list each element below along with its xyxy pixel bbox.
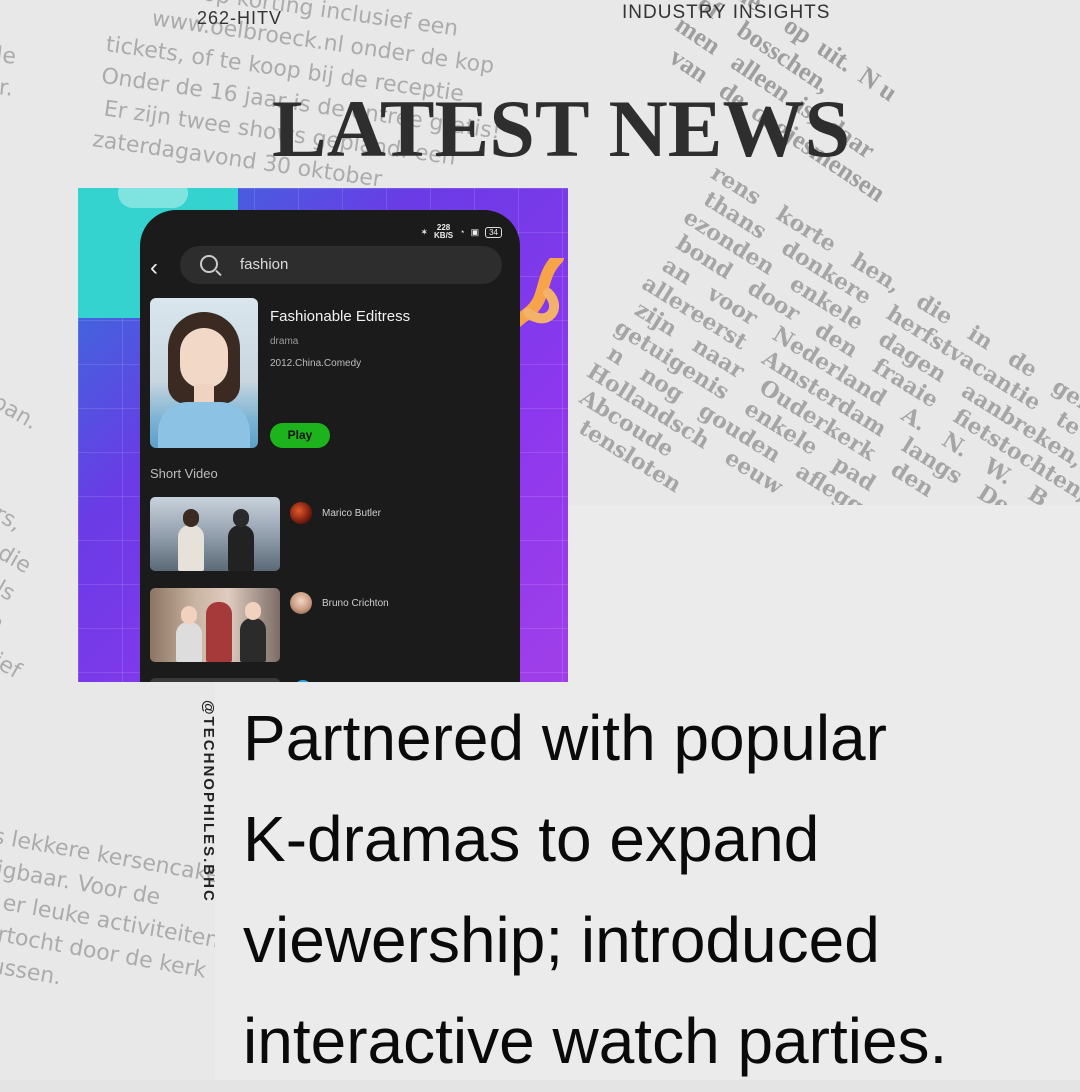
- search-bar[interactable]: fashion: [180, 246, 502, 284]
- author-avatar: [290, 592, 312, 614]
- back-arrow-icon[interactable]: ‹: [150, 254, 158, 282]
- category-label: INDUSTRY INSIGHTS: [622, 2, 831, 23]
- screen-icon: ▣: [470, 226, 480, 237]
- social-handle: @TECHNOPHILES.BHC: [200, 700, 217, 903]
- body-line: Partnered with popular: [243, 702, 887, 774]
- thumb-person: [176, 622, 202, 662]
- app-screenshot: ✶ 228 KB/S ◔ ▣ 34 ‹ fashion Fashionable E…: [78, 188, 568, 682]
- video-thumbnail[interactable]: [150, 497, 280, 571]
- brand-label: 262-HITV: [197, 8, 283, 28]
- thumb-head: [245, 602, 261, 620]
- author-name: Marico Butler: [322, 507, 381, 519]
- wifi-icon: ◔: [459, 227, 465, 237]
- body-line: interactive watch parties.: [243, 1005, 948, 1077]
- section-label: Short Video: [150, 466, 218, 481]
- poster-face: [180, 328, 228, 388]
- thumb-head: [233, 509, 249, 527]
- search-icon: [200, 255, 218, 273]
- thumb-person: [240, 618, 266, 662]
- thumb-person: [178, 525, 204, 571]
- search-query: fashion: [240, 256, 289, 273]
- author-avatar: [294, 680, 312, 682]
- video-author[interactable]: Bruno Crichton: [290, 592, 389, 614]
- newspaper-texture: de ur. d ie on: [0, 42, 18, 229]
- play-button[interactable]: Play: [270, 423, 330, 448]
- body-copy: Partnered with popular K-dramas to expan…: [243, 688, 1063, 1092]
- result-title[interactable]: Fashionable Editress: [270, 308, 410, 325]
- speed-unit: KB/S: [434, 231, 454, 240]
- poster-clothing: [158, 402, 250, 448]
- result-genre: drama: [270, 336, 299, 347]
- thumb-person: [228, 525, 254, 571]
- teal-blob-highlight: [118, 188, 188, 208]
- network-speed: 228 KB/S: [434, 224, 453, 240]
- video-thumbnail[interactable]: [150, 678, 280, 682]
- thumb-head: [181, 606, 197, 624]
- phone-frame: ✶ 228 KB/S ◔ ▣ 34 ‹ fashion Fashionable E…: [140, 210, 520, 682]
- video-thumbnail[interactable]: [150, 588, 280, 662]
- thumb-person: [206, 602, 232, 662]
- result-meta: 2012.China.Comedy: [270, 358, 362, 369]
- body-line: K-dramas to expand: [243, 803, 820, 875]
- author-avatar: [290, 502, 312, 524]
- battery-icon: 34: [485, 226, 502, 238]
- drama-poster[interactable]: [150, 298, 258, 448]
- signal-icon: ✶: [420, 226, 429, 237]
- headline: LATEST NEWS: [272, 83, 851, 174]
- video-author[interactable]: Marico Butler: [290, 502, 381, 524]
- thumb-head: [183, 509, 199, 527]
- body-line: viewership; introduced: [243, 904, 880, 976]
- author-name: Bruno Crichton: [322, 597, 389, 609]
- status-bar: ✶ 228 KB/S ◔ ▣ 34: [420, 224, 502, 240]
